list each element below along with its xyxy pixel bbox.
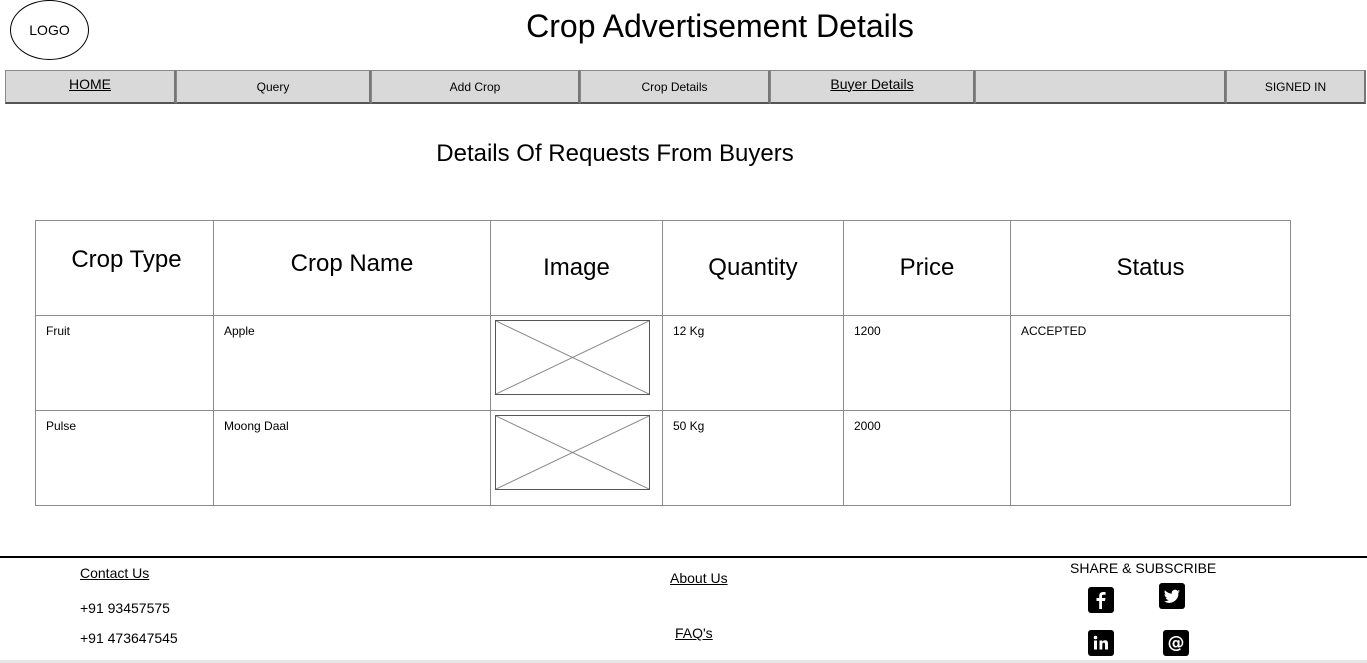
image-placeholder: [495, 320, 650, 395]
section-title: Details Of Requests From Buyers: [436, 140, 794, 167]
cell-crop-name-text: Moong Daal: [224, 419, 289, 433]
header-quantity: Quantity: [662, 220, 844, 316]
cell-price: 1200: [843, 315, 1011, 411]
email-icon[interactable]: @: [1163, 630, 1189, 656]
cell-status-text: [1011, 411, 1290, 427]
contact-phone-2: +91 473647545: [80, 630, 178, 646]
cell-status: ACCEPTED: [1010, 315, 1291, 411]
cell-crop-type: Pulse: [35, 410, 214, 506]
cell-price: 2000: [843, 410, 1011, 506]
footer-divider: [0, 556, 1367, 558]
table-row: Pulse Moong Daal 50 Kg 2000: [35, 410, 1291, 506]
page-title: Crop Advertisement Details: [526, 8, 914, 44]
twitter-icon[interactable]: [1159, 583, 1185, 609]
linkedin-icon[interactable]: [1088, 630, 1114, 656]
nav-blank: [975, 70, 1226, 104]
nav-home-label: HOME: [69, 75, 111, 92]
cell-crop-type: Fruit: [35, 315, 214, 411]
nav-buyer-details[interactable]: Buyer Details: [770, 70, 975, 104]
cell-image: [490, 410, 663, 506]
cell-price-text: 1200: [854, 324, 881, 338]
image-placeholder-icon: [496, 416, 649, 489]
nav-query[interactable]: Query: [176, 70, 371, 104]
cell-image: [490, 315, 663, 411]
nav-buyer-details-label: Buyer Details: [830, 75, 914, 92]
logo: LOGO: [10, 0, 89, 60]
facebook-icon[interactable]: [1088, 587, 1114, 613]
nav-home[interactable]: HOME: [5, 70, 176, 104]
contact-us-link[interactable]: Contact Us: [80, 565, 149, 581]
header-image: Image: [490, 220, 663, 316]
header-crop-name-label: Crop Name: [290, 250, 414, 277]
share-title: SHARE & SUBSCRIBE: [1070, 560, 1217, 576]
cell-price-text: 2000: [854, 419, 881, 433]
cell-status: [1010, 410, 1291, 506]
nav-bar: HOME Query Add Crop Crop Details Buyer D…: [5, 70, 1366, 104]
cell-quantity-text: 50 Kg: [673, 419, 705, 433]
image-placeholder: [495, 415, 650, 490]
cell-quantity: 12 Kg: [662, 315, 844, 411]
header-crop-name: Crop Name: [213, 220, 491, 316]
cell-crop-name: Moong Daal: [213, 410, 491, 506]
faqs-link[interactable]: FAQ's: [675, 625, 713, 641]
cell-crop-type-text: Fruit: [46, 324, 70, 338]
header-price: Price: [843, 220, 1011, 316]
requests-table: Crop Type Crop Name Image Quantity Price…: [35, 220, 1291, 506]
cell-crop-name: Apple: [213, 315, 491, 411]
header-crop-type: Crop Type: [35, 220, 214, 316]
nav-crop-details[interactable]: Crop Details: [580, 70, 770, 104]
table-row: Fruit Apple 12 Kg 1200 ACCEPTED: [35, 315, 1291, 411]
cell-crop-name-text: Apple: [224, 324, 255, 338]
cell-quantity-text: 12 Kg: [673, 324, 705, 338]
header-status: Status: [1010, 220, 1291, 316]
cell-status-text: ACCEPTED: [1021, 324, 1087, 338]
nav-add-crop[interactable]: Add Crop: [371, 70, 580, 104]
cell-quantity: 50 Kg: [662, 410, 844, 506]
cell-crop-type-text: Pulse: [46, 419, 77, 433]
about-us-link[interactable]: About Us: [670, 570, 728, 586]
contact-phone-1: +91 93457575: [80, 600, 170, 616]
table-header-row: Crop Type Crop Name Image Quantity Price…: [35, 220, 1291, 316]
nav-signed-in[interactable]: SIGNED IN: [1226, 70, 1366, 104]
image-placeholder-icon: [496, 321, 649, 394]
header-crop-type-label: Crop Type: [71, 246, 182, 273]
